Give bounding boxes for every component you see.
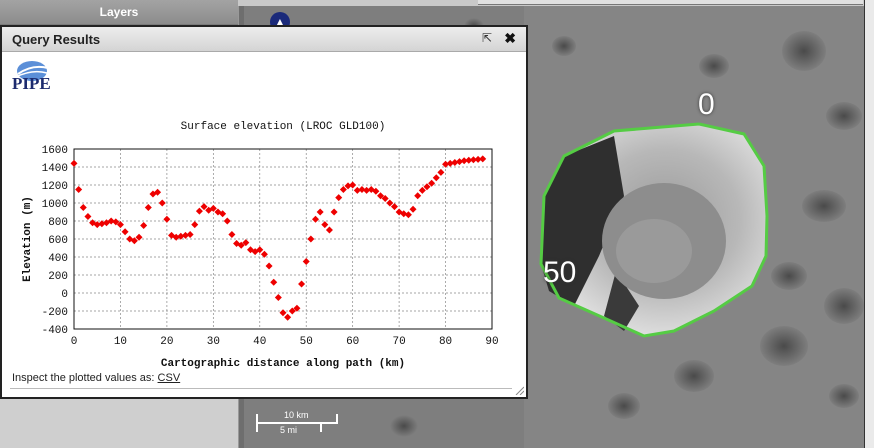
data-point — [432, 174, 440, 182]
scale-km-label: 10 km — [284, 410, 309, 420]
y-tick-label: 600 — [48, 235, 68, 247]
y-axis-label: Elevation (m) — [22, 196, 34, 282]
data-point — [279, 309, 287, 317]
x-tick-label: 40 — [253, 336, 266, 348]
data-point — [265, 262, 273, 270]
x-tick-label: 90 — [485, 336, 498, 348]
data-point — [75, 186, 83, 193]
chart-title: Surface elevation (LROC GLD100) — [181, 121, 386, 133]
data-point — [191, 221, 199, 229]
x-tick-label: 10 — [114, 336, 127, 348]
path-label-mid: 50 — [543, 256, 577, 289]
data-point — [186, 231, 194, 238]
y-tick-label: 0 — [61, 289, 68, 301]
data-point — [409, 205, 417, 213]
x-tick-label: 20 — [160, 336, 173, 348]
elevation-chart: Surface elevation (LROC GLD100) 0 10 20 30 4… — [22, 121, 499, 369]
data-point — [437, 168, 445, 176]
pipe-logo: PIPE — [12, 60, 84, 98]
layers-header[interactable]: Layers — [0, 0, 238, 25]
x-axis-label: Cartographic distance along path (km) — [161, 358, 405, 369]
data-point — [158, 199, 166, 207]
close-icon[interactable]: ✖ — [504, 30, 516, 47]
data-point — [479, 155, 487, 163]
query-results-title: Query Results — [12, 32, 101, 47]
data-point — [223, 217, 231, 225]
popout-icon[interactable]: ⇱ — [482, 31, 492, 45]
y-tick-label: 1200 — [42, 181, 68, 193]
x-tick-label: 0 — [71, 336, 78, 348]
data-point — [298, 280, 306, 288]
data-point — [195, 207, 203, 215]
y-tick-label: 800 — [48, 217, 68, 229]
y-tick-label: 1000 — [42, 199, 68, 211]
scale-mi-label: 5 mi — [280, 425, 298, 435]
data-point — [163, 215, 171, 223]
data-point — [84, 213, 92, 220]
data-point — [270, 278, 278, 286]
y-tick-label: 1600 — [42, 145, 68, 157]
x-tick-label: 80 — [439, 336, 452, 348]
scale-bar: 10 km 5 mi — [256, 406, 352, 440]
data-point — [79, 204, 87, 211]
y-tick-label: 400 — [48, 253, 68, 265]
data-point — [321, 221, 329, 229]
x-tick-label: 60 — [346, 336, 359, 348]
inspect-text: Inspect the plotted values as: — [12, 372, 155, 384]
y-tick-label: -400 — [42, 325, 68, 337]
data-point — [349, 181, 357, 189]
map-right-edge — [864, 0, 874, 448]
data-point — [316, 208, 324, 216]
data-point — [414, 192, 422, 200]
csv-link[interactable]: CSV — [158, 372, 181, 384]
y-tick-label: 1400 — [42, 163, 68, 175]
x-tick-label: 30 — [207, 336, 220, 348]
data-point — [284, 313, 292, 321]
data-point — [307, 235, 315, 243]
data-point — [274, 294, 282, 301]
data-point — [302, 258, 310, 265]
data-point — [325, 226, 333, 234]
query-results-window[interactable]: Query Results ⇱ ✖ PIPE Surface elevation… — [0, 25, 528, 399]
query-results-header[interactable]: Query Results ⇱ ✖ — [2, 27, 526, 52]
data-point — [330, 208, 338, 216]
x-tick-label: 50 — [300, 336, 313, 348]
data-point — [228, 231, 236, 238]
inspect-row: Inspect the plotted values as: CSV — [12, 372, 180, 384]
x-tick-label: 70 — [393, 336, 406, 348]
path-label-start: 0 — [698, 88, 715, 121]
data-point — [70, 159, 78, 167]
resize-grip-icon[interactable] — [514, 385, 524, 395]
divider — [10, 388, 512, 389]
data-point — [144, 204, 152, 211]
data-point — [312, 215, 320, 223]
data-point — [140, 222, 148, 229]
data-point — [335, 194, 343, 202]
data-point — [404, 211, 412, 219]
y-tick-label: 200 — [48, 271, 68, 283]
data-point — [121, 228, 129, 236]
y-tick-label: -200 — [42, 307, 68, 319]
